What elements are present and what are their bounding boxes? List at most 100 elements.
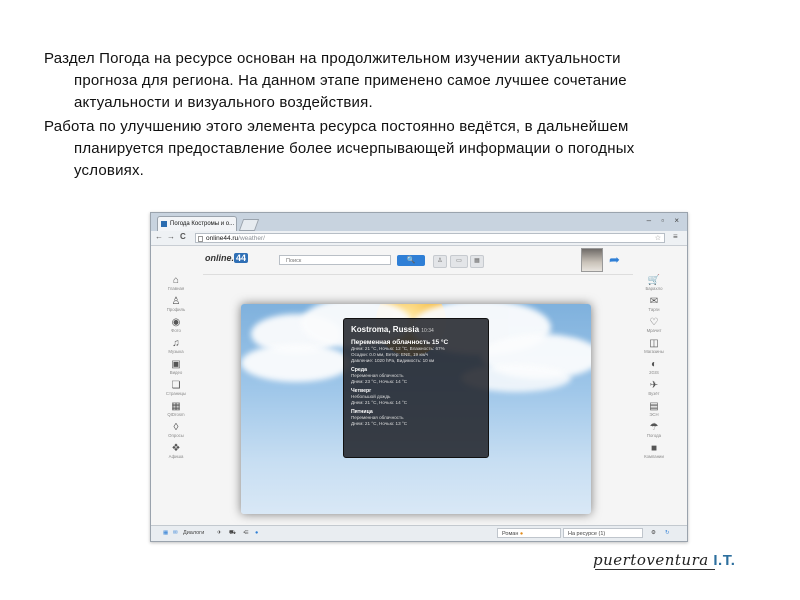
menu-icon[interactable]: ≡ [673, 232, 678, 241]
left-menu-item-label: Видео [169, 370, 183, 375]
left-menu-item[interactable]: ▦ QIDrosm [163, 402, 189, 423]
left-menu-item-icon: ♫ [172, 338, 180, 349]
header-divider [203, 274, 633, 275]
online-label: На ресурсе (1) [568, 531, 606, 537]
search-button[interactable]: 🔍 [397, 255, 425, 266]
left-menu-item-label: QIDrosm [167, 412, 185, 417]
weather-city: Kostroma, Russia 10:34 [351, 325, 481, 334]
current-condition: Переменная облачность 15 °C [351, 339, 449, 346]
forecast-temps: Днем: 21 °C, Ночью: 14 °C [351, 400, 408, 405]
logout-arrow-icon[interactable]: ➦ [609, 252, 620, 268]
left-menu-item-icon: ◊ [173, 422, 179, 433]
search-input[interactable]: Поиск [279, 255, 391, 265]
avatar[interactable] [581, 248, 603, 272]
header-messages-icon[interactable]: ▭ [450, 255, 468, 268]
left-menu-item[interactable]: ▣ Видео [163, 360, 189, 381]
left-menu-item[interactable]: ❖ Афиша [163, 444, 189, 465]
left-menu-item-label: Профиль [166, 307, 186, 312]
settings-icon[interactable]: ⚙ [651, 530, 656, 536]
right-menu-item[interactable]: ✈ Вузёт [641, 381, 667, 402]
left-menu-item[interactable]: ⌂ Главная [163, 276, 189, 297]
weather-time: 10:34 [421, 328, 434, 334]
bookmark-star-icon[interactable]: ☆ [655, 234, 661, 244]
plane-icon[interactable]: ✈ [217, 530, 222, 536]
back-icon[interactable]: ← [155, 232, 163, 241]
user-dropdown[interactable]: Роман ● [497, 528, 561, 538]
right-menu-item[interactable]: ▤ ЭСН [641, 402, 667, 423]
weather-widget: Kostroma, Russia 10:34 Переменная облачн… [241, 304, 591, 514]
intro-line-2: прогноза для региона. На данном этапе пр… [74, 72, 627, 89]
intro-line-1: Раздел Погода на ресурсе основан на прод… [44, 50, 621, 67]
forward-icon[interactable]: → [167, 232, 175, 241]
nav-bar: ← → C online44.ru/weather/ ☆ ≡ [151, 231, 687, 246]
right-menu-item[interactable]: ✉ Тарги [641, 297, 667, 318]
right-menu-item-icon: ♡ [649, 317, 659, 328]
right-menu-item-icon: ☂ [649, 422, 659, 433]
left-menu-item[interactable]: ❏ Страницы [163, 381, 189, 402]
left-sidebar: ⌂ Главная ♙ Профиль ◉ Фото ♫ Музыка ▣ Видео ❏ Стран… [163, 276, 189, 465]
right-menu-item[interactable]: ◐ 2GIS [641, 360, 667, 381]
right-sidebar: 🛒 Барахло ✉ Тарги ♡ Мрачит ◫ Магазины ◐ 2GIS ✈ Вузё… [641, 276, 667, 465]
favicon-icon [161, 221, 167, 227]
left-menu-item-label: Музыка [168, 349, 184, 354]
left-menu-item[interactable]: ♙ Профиль [163, 297, 189, 318]
car-icon[interactable]: ⛟ [229, 530, 236, 537]
location-icon[interactable]: ● [255, 530, 258, 536]
right-menu-item-label: ЭСН [649, 412, 659, 417]
intro-paragraph: Раздел Погода на ресурсе основан на прод… [44, 48, 744, 114]
left-menu-item-icon: ❏ [171, 380, 181, 391]
left-menu-item-label: Фото [171, 328, 181, 333]
brand-suffix: I.T. [713, 552, 736, 569]
dialogs-label[interactable]: Диалоги [183, 530, 204, 536]
refresh-icon[interactable]: ↻ [665, 530, 670, 536]
right-menu-item-icon: ■ [650, 443, 658, 454]
right-menu-item[interactable]: ◫ Магазины [641, 339, 667, 360]
left-menu-item[interactable]: ◉ Фото [163, 318, 189, 339]
work-line-3: условиях. [74, 162, 145, 179]
city-name: Kostroma, Russia [351, 325, 420, 334]
share-icon[interactable]: ⋲ [243, 530, 249, 536]
brand-logo: puertoventura I.T. [593, 551, 736, 570]
left-menu-item[interactable]: ♫ Музыка [163, 339, 189, 360]
forecast-temps: Днем: 23 °C, Ночью: 14 °C [351, 379, 408, 384]
right-menu-item[interactable]: ☂ Погода [641, 423, 667, 444]
right-menu-item[interactable]: ■ Компании [641, 444, 667, 465]
right-menu-item-icon: ✈ [649, 380, 659, 391]
new-tab-button[interactable] [238, 219, 260, 231]
right-menu-item-label: 2GIS [649, 370, 659, 375]
brand-script: puertoventura [593, 551, 709, 569]
right-menu-item-label: Компании [644, 454, 664, 459]
right-menu-item-icon: ◐ [650, 359, 658, 370]
header-settings-icon[interactable]: ▦ [470, 255, 484, 268]
right-menu-item-label: Вузёт [648, 391, 660, 396]
right-menu-item-label: Магазины [644, 349, 664, 354]
header-user-icon[interactable]: ♙ [433, 255, 447, 268]
weather-info-panel: Kostroma, Russia 10:34 Переменная облачн… [343, 318, 489, 458]
window-controls[interactable]: – ▫ × [647, 216, 683, 225]
left-menu-item[interactable]: ◊ Опросы [163, 423, 189, 444]
logo-badge: 44 [234, 253, 249, 263]
reload-icon[interactable]: C [180, 232, 186, 241]
online-dropdown[interactable]: На ресурсе (1) [563, 528, 643, 538]
forecast-temps: Днем: 21 °C, Ночью: 13 °C [351, 421, 408, 426]
left-menu-item-label: Главная [167, 286, 185, 291]
left-menu-item-icon: ♙ [171, 296, 181, 307]
tab-weather[interactable]: Погода Костромы и о... [157, 216, 237, 231]
address-bar[interactable]: online44.ru/weather/ ☆ [195, 233, 665, 243]
left-menu-item-icon: ⌂ [172, 275, 180, 286]
url-domain: online44.ru [206, 235, 239, 242]
tab-bar: Погода Костромы и о... – ▫ × [151, 213, 687, 231]
left-menu-item-icon: ❖ [171, 443, 181, 454]
work-paragraph: Работа по улучшению этого элемента ресур… [44, 116, 744, 182]
work-line-1: Работа по улучшению этого элемента ресур… [44, 118, 629, 135]
chat-icon[interactable]: ✉ [173, 530, 178, 536]
grid-icon[interactable]: ▦ [163, 530, 168, 536]
status-bar: ▦ ✉ Диалоги ✈ ⛟ ⋲ ● Роман ● На ресурсе (… [151, 525, 687, 541]
user-status-icon: ● [519, 531, 524, 537]
right-menu-item-label: Тарги [648, 307, 660, 312]
site-logo[interactable]: online. 44 [205, 253, 249, 263]
url-path: /weather/ [238, 235, 265, 242]
right-menu-item[interactable]: ♡ Мрачит [641, 318, 667, 339]
right-menu-item-icon: ✉ [649, 296, 659, 307]
right-menu-item[interactable]: 🛒 Барахло [641, 276, 667, 297]
